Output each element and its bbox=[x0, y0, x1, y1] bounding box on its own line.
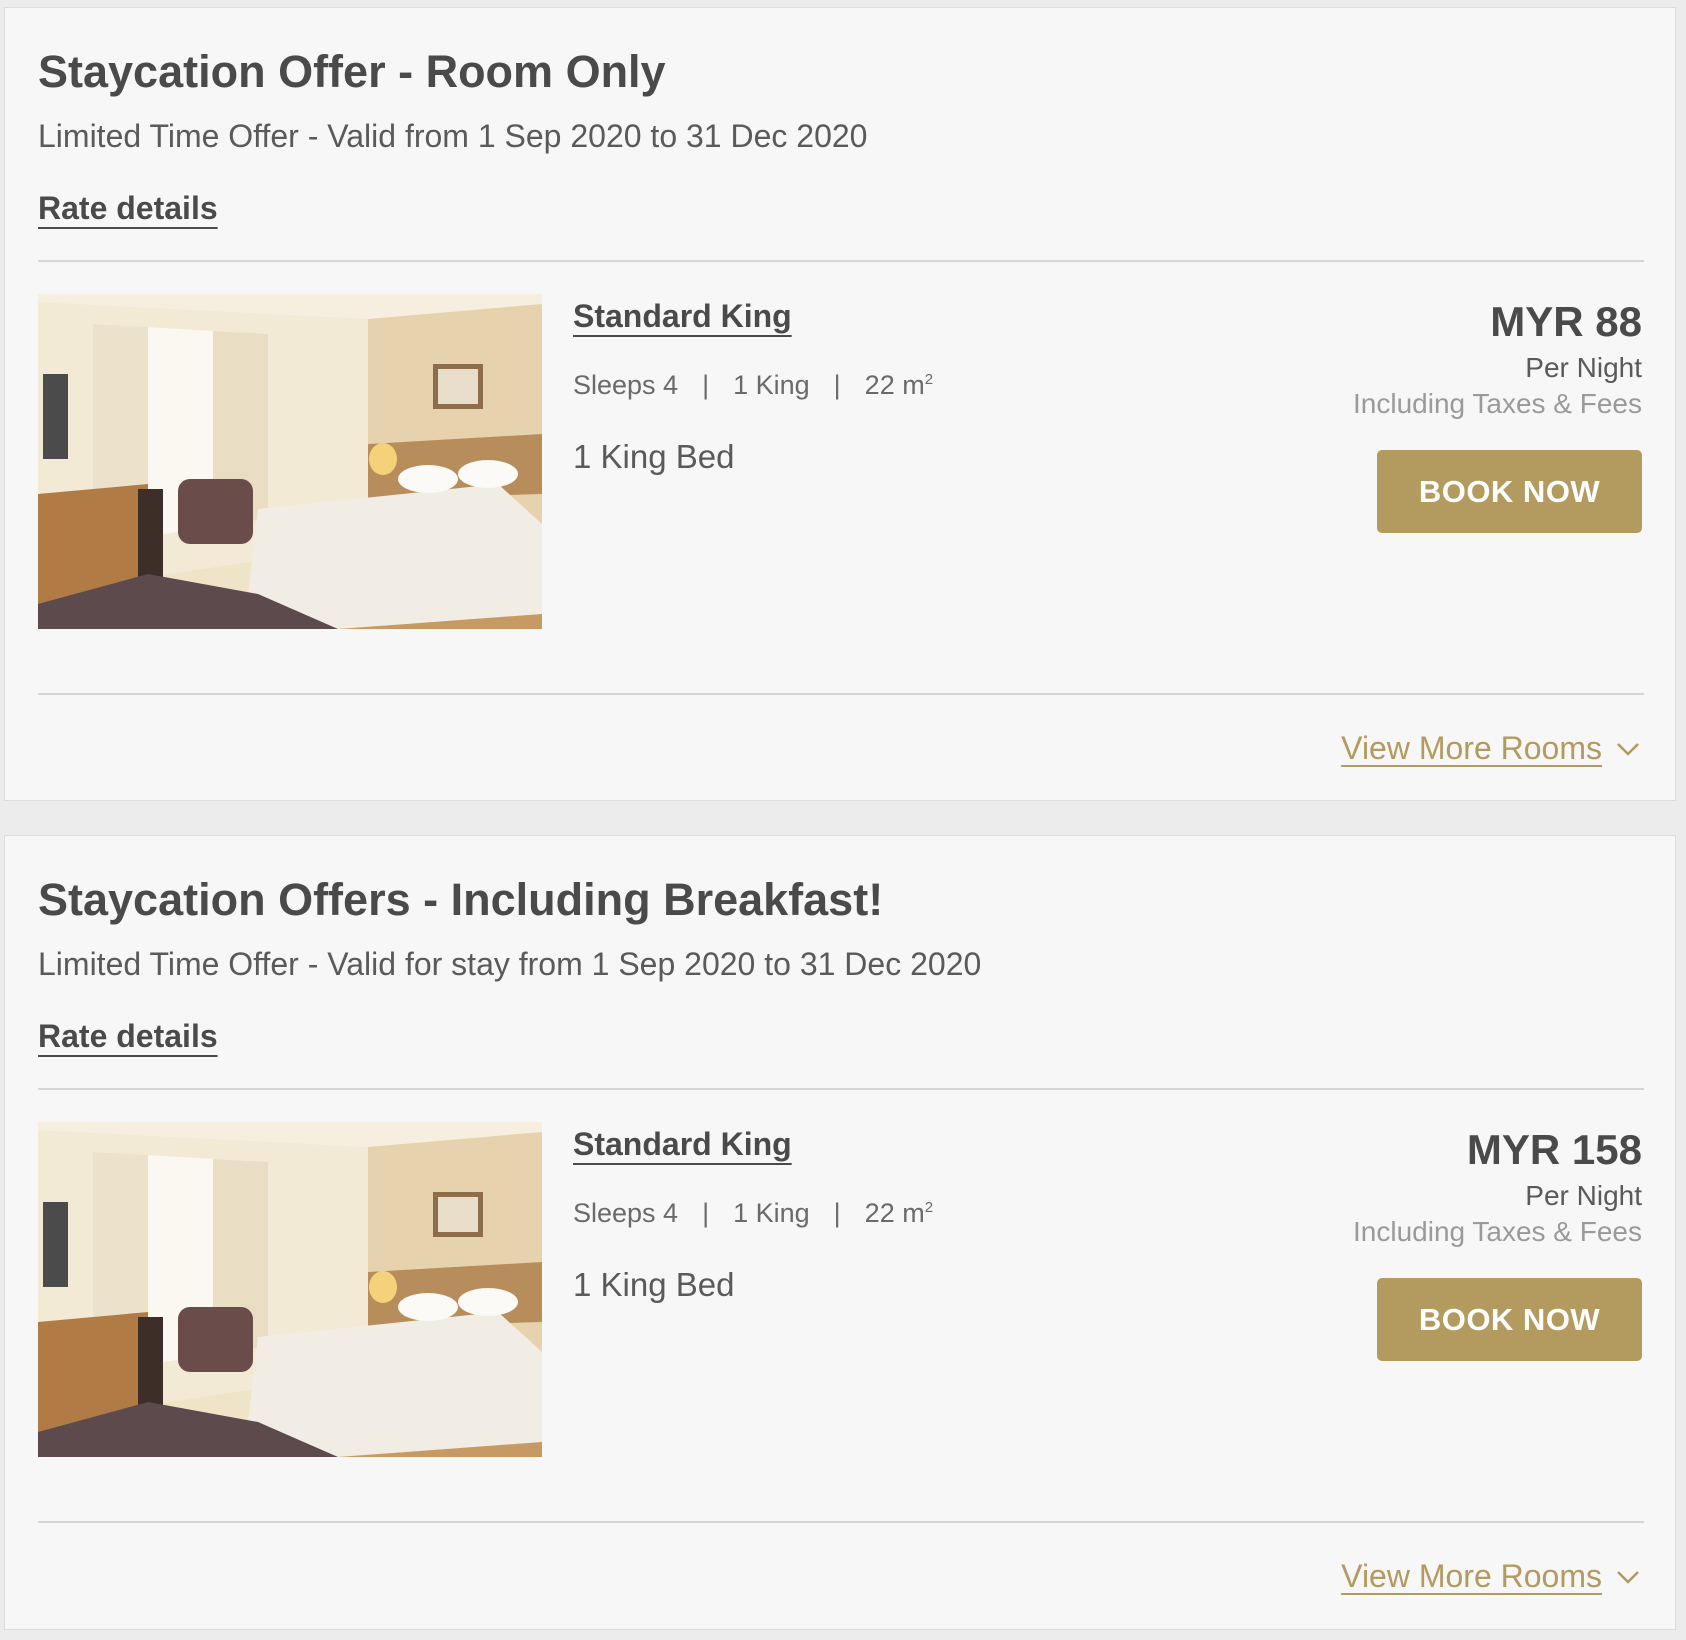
bed-count: 1 King bbox=[733, 1198, 810, 1228]
room-specs: Sleeps 4 | 1 King | 22 m2 bbox=[573, 370, 933, 401]
view-more-rooms-link[interactable]: View More Rooms bbox=[1341, 730, 1642, 767]
offer-validity: Limited Time Offer - Valid for stay from… bbox=[38, 946, 982, 982]
spec-separator: | bbox=[833, 370, 841, 400]
offer-card-including-breakfast: Staycation Offers - Including Breakfast!… bbox=[4, 835, 1676, 1630]
room-size: 22 m2 bbox=[864, 370, 934, 400]
taxes-note: Including Taxes & Fees bbox=[1353, 1216, 1642, 1247]
divider bbox=[38, 1521, 1644, 1523]
room-size: 22 m2 bbox=[864, 1198, 934, 1228]
per-night-label: Per Night bbox=[1525, 352, 1642, 383]
divider bbox=[38, 693, 1644, 695]
room-photo[interactable] bbox=[38, 294, 542, 629]
spec-separator: | bbox=[833, 1198, 841, 1228]
price: MYR 158 bbox=[1466, 1126, 1642, 1173]
room-name-link[interactable]: Standard King bbox=[573, 298, 792, 335]
book-now-button[interactable]: BOOK NOW bbox=[1377, 450, 1642, 533]
hotel-room-photo-icon bbox=[38, 1122, 542, 1457]
per-night-label: Per Night bbox=[1525, 1180, 1642, 1211]
bed-count: 1 King bbox=[733, 370, 810, 400]
spec-separator: | bbox=[702, 370, 710, 400]
book-now-button[interactable]: BOOK NOW bbox=[1377, 1278, 1642, 1361]
view-more-rooms-link[interactable]: View More Rooms bbox=[1341, 1558, 1642, 1595]
offer-validity: Limited Time Offer - Valid from 1 Sep 20… bbox=[38, 118, 868, 154]
chevron-down-icon bbox=[1617, 742, 1639, 756]
view-more-rooms-label: View More Rooms bbox=[1341, 1558, 1602, 1594]
view-more-rooms-label: View More Rooms bbox=[1341, 730, 1602, 766]
room-specs: Sleeps 4 | 1 King | 22 m2 bbox=[573, 1198, 933, 1229]
sleeps-count: Sleeps 4 bbox=[573, 1198, 679, 1228]
room-photo[interactable] bbox=[38, 1122, 542, 1457]
rate-details-link[interactable]: Rate details bbox=[38, 1018, 218, 1055]
taxes-note: Including Taxes & Fees bbox=[1353, 388, 1642, 419]
bed-type: 1 King Bed bbox=[573, 438, 735, 475]
rate-details-link[interactable]: Rate details bbox=[38, 190, 218, 227]
offer-title: Staycation Offer - Room Only bbox=[38, 46, 666, 97]
chevron-down-icon bbox=[1617, 1570, 1639, 1584]
divider bbox=[38, 260, 1644, 262]
offer-card-room-only: Staycation Offer - Room Only Limited Tim… bbox=[4, 7, 1676, 801]
bed-type: 1 King Bed bbox=[573, 1266, 735, 1303]
sleeps-count: Sleeps 4 bbox=[573, 370, 679, 400]
spec-separator: | bbox=[702, 1198, 710, 1228]
offer-title: Staycation Offers - Including Breakfast! bbox=[38, 874, 884, 925]
room-name-link[interactable]: Standard King bbox=[573, 1126, 792, 1163]
hotel-room-photo-icon bbox=[38, 294, 542, 629]
divider bbox=[38, 1088, 1644, 1090]
price: MYR 88 bbox=[1490, 298, 1642, 345]
